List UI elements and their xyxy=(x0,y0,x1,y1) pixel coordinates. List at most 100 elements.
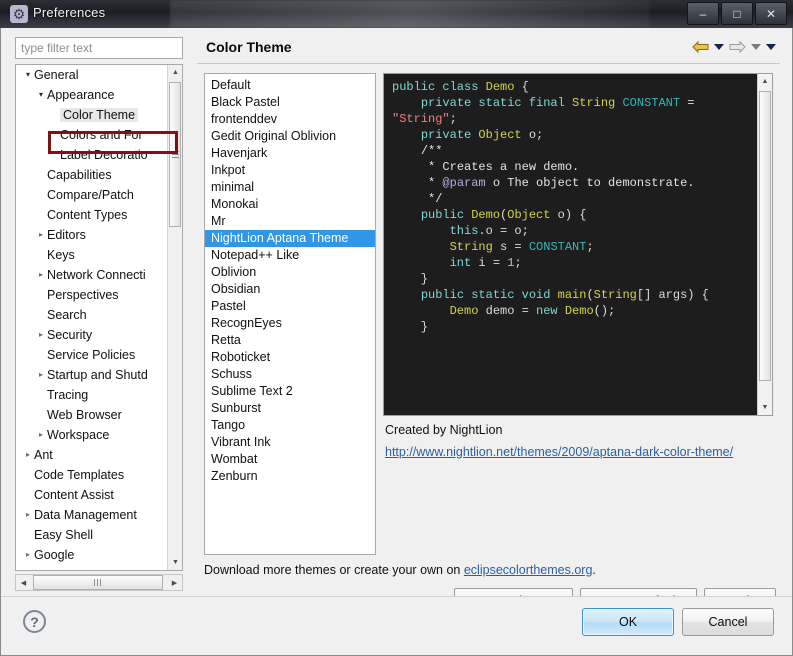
theme-list-item[interactable]: Wombat xyxy=(205,451,375,468)
filter-input[interactable]: type filter text xyxy=(15,37,183,59)
tree-item-colors-and-for[interactable]: Colors and For xyxy=(16,125,168,145)
pane-sash[interactable] xyxy=(191,33,195,593)
scroll-down-icon[interactable]: ▼ xyxy=(168,555,182,570)
tree-item-network-connecti[interactable]: ▸ Network Connecti xyxy=(16,265,168,285)
minimize-button[interactable]: – xyxy=(687,2,719,25)
tree-item-tracing[interactable]: Tracing xyxy=(16,385,168,405)
tree-item-color-theme[interactable]: Color Theme xyxy=(16,105,168,125)
tree-item-search[interactable]: Search xyxy=(16,305,168,325)
chevron-right-icon[interactable]: ▸ xyxy=(22,451,34,459)
scroll-right-icon[interactable]: ▶ xyxy=(167,575,182,590)
chevron-down-icon[interactable]: ▾ xyxy=(22,71,34,79)
back-arrow-icon[interactable] xyxy=(692,40,709,54)
tree-item-label: Security xyxy=(47,328,93,342)
theme-preview: public class Demo { private static final… xyxy=(383,73,773,416)
theme-list[interactable]: Default Black Pastel frontenddev Gedit Orig… xyxy=(204,73,376,555)
window-controls: – □ ✕ xyxy=(687,2,787,25)
title-bar: ⚙ Preferences – □ ✕ xyxy=(0,0,793,28)
tree-item-startup-and-shutd[interactable]: ▸ Startup and Shutd xyxy=(16,365,168,385)
tree-item-content-types[interactable]: Content Types xyxy=(16,205,168,225)
tree-item-keys[interactable]: Keys xyxy=(16,245,168,265)
tree-item-editors[interactable]: ▸ Editors xyxy=(16,225,168,245)
tree-item-perspectives[interactable]: Perspectives xyxy=(16,285,168,305)
tree-hscroll-thumb[interactable] xyxy=(33,575,163,590)
tree-item-service-policies[interactable]: Service Policies xyxy=(16,345,168,365)
theme-list-item[interactable]: Black Pastel xyxy=(205,94,375,111)
tree-item-workspace[interactable]: ▸ Workspace xyxy=(16,425,168,445)
tree-item-compare-patch[interactable]: Compare/Patch xyxy=(16,185,168,205)
chevron-down-icon[interactable]: ▾ xyxy=(35,91,47,99)
theme-list-item[interactable]: Mr xyxy=(205,213,375,230)
chevron-right-icon[interactable]: ▸ xyxy=(22,551,34,559)
tree-scroll-thumb[interactable] xyxy=(169,82,181,227)
theme-list-item[interactable]: Default xyxy=(205,77,375,94)
scroll-up-icon[interactable]: ▲ xyxy=(168,65,182,80)
tree-item-code-templates[interactable]: Code Templates xyxy=(16,465,168,485)
ok-button[interactable]: OK xyxy=(582,608,674,636)
theme-list-item[interactable]: Retta xyxy=(205,332,375,349)
theme-list-item[interactable]: Obsidian xyxy=(205,281,375,298)
theme-list-item[interactable]: minimal xyxy=(205,179,375,196)
scroll-left-icon[interactable]: ◀ xyxy=(16,575,31,590)
preview-scroll-thumb[interactable] xyxy=(759,91,771,381)
tree-item-ant[interactable]: ▸ Ant xyxy=(16,445,168,465)
back-dropdown-icon[interactable] xyxy=(714,44,724,50)
theme-list-item[interactable]: Pastel xyxy=(205,298,375,315)
theme-url-link[interactable]: http://www.nightlion.net/themes/2009/apt… xyxy=(385,445,733,459)
theme-list-item[interactable]: RecognEyes xyxy=(205,315,375,332)
theme-list-item[interactable]: Monokai xyxy=(205,196,375,213)
tree-item-label: Content Assist xyxy=(34,488,114,502)
theme-list-item[interactable]: Sunburst xyxy=(205,400,375,417)
code-line: public class Demo { xyxy=(392,80,529,94)
window-title: Preferences xyxy=(33,5,106,20)
tree-item-data-management[interactable]: ▸ Data Management xyxy=(16,505,168,525)
tree-item-capabilities[interactable]: Capabilities xyxy=(16,165,168,185)
code-line: */ xyxy=(428,192,443,206)
preference-tree[interactable]: ▾ General ▾ Appearance Color Theme Colors and… xyxy=(15,64,183,571)
tree-item-google[interactable]: ▸ Google xyxy=(16,545,168,565)
theme-list-item[interactable]: Havenjark xyxy=(205,145,375,162)
scroll-up-icon[interactable]: ▲ xyxy=(758,74,772,89)
theme-list-item[interactable]: Sublime Text 2 xyxy=(205,383,375,400)
theme-list-item[interactable]: Inkpot xyxy=(205,162,375,179)
tree-item-label-decoratio[interactable]: Label Decoratio xyxy=(16,145,168,165)
tree-item-content-assist[interactable]: Content Assist xyxy=(16,485,168,505)
tree-item-label: Easy Shell xyxy=(34,528,94,542)
theme-list-item[interactable]: Schuss xyxy=(205,366,375,383)
tree-item-label: Label Decoratio xyxy=(60,148,148,162)
chevron-right-icon[interactable]: ▸ xyxy=(35,271,47,279)
tree-item-general[interactable]: ▾ General xyxy=(16,65,168,85)
theme-list-item[interactable]: NightLion Aptana Theme xyxy=(205,230,375,247)
code-line: this.o = o; xyxy=(449,224,529,238)
theme-list-item[interactable]: Vibrant Ink xyxy=(205,434,375,451)
chevron-right-icon[interactable]: ▸ xyxy=(35,371,47,379)
scroll-down-icon[interactable]: ▼ xyxy=(758,400,772,415)
tree-item-label: Google xyxy=(34,548,75,562)
tree-item-easy-shell[interactable]: Easy Shell xyxy=(16,525,168,545)
chevron-right-icon[interactable]: ▸ xyxy=(35,331,47,339)
cancel-button[interactable]: Cancel xyxy=(682,608,774,636)
preview-vertical-scrollbar[interactable]: ▲ ▼ xyxy=(757,74,772,415)
chevron-right-icon[interactable]: ▸ xyxy=(35,231,47,239)
tree-vertical-scrollbar[interactable]: ▲ ▼ xyxy=(167,65,182,570)
chevron-right-icon[interactable]: ▸ xyxy=(22,511,34,519)
pane-menu-icon[interactable] xyxy=(766,44,776,50)
tree-horizontal-scrollbar[interactable]: ◀ ▶ xyxy=(15,574,183,591)
theme-list-item[interactable]: Gedit Original Oblivion xyxy=(205,128,375,145)
theme-list-item[interactable]: Zenburn xyxy=(205,468,375,485)
help-icon[interactable]: ? xyxy=(23,610,46,633)
theme-list-item[interactable]: Notepad++ Like xyxy=(205,247,375,264)
close-icon[interactable]: ✕ xyxy=(755,2,787,25)
code-line: * Creates a new demo. xyxy=(428,160,580,174)
tree-item-appearance[interactable]: ▾ Appearance xyxy=(16,85,168,105)
footer-buttons: OK Cancel xyxy=(582,608,774,636)
tree-item-web-browser[interactable]: Web Browser xyxy=(16,405,168,425)
theme-list-item[interactable]: Oblivion xyxy=(205,264,375,281)
maximize-button[interactable]: □ xyxy=(721,2,753,25)
theme-list-item[interactable]: Roboticket xyxy=(205,349,375,366)
theme-list-item[interactable]: Tango xyxy=(205,417,375,434)
eclipsecolorthemes-link[interactable]: eclipsecolorthemes.org xyxy=(464,563,593,577)
chevron-right-icon[interactable]: ▸ xyxy=(35,431,47,439)
theme-list-item[interactable]: frontenddev xyxy=(205,111,375,128)
tree-item-security[interactable]: ▸ Security xyxy=(16,325,168,345)
